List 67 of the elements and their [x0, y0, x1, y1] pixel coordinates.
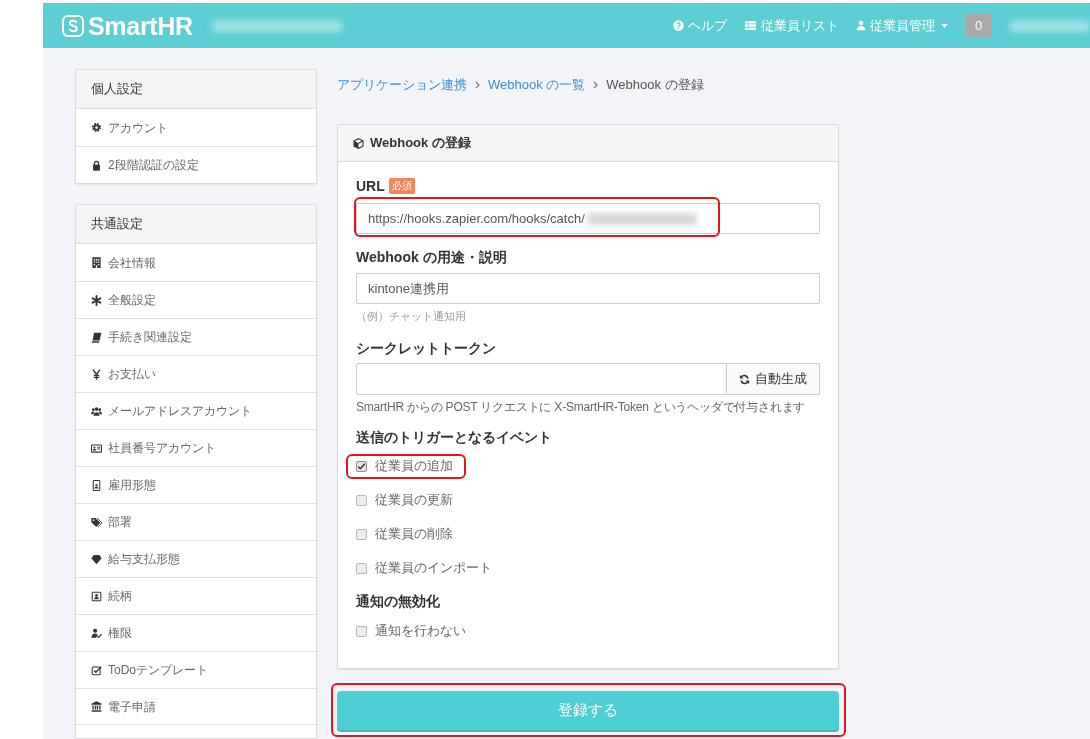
refresh-icon — [739, 373, 750, 385]
option-label[interactable]: 従業員の更新 — [375, 490, 453, 510]
sidebar-item[interactable]: ToDoテンプレート — [76, 651, 316, 688]
field-label: 送信のトリガーとなるイベント — [356, 428, 553, 446]
section-title: 共通設定 — [91, 215, 143, 234]
checkbox[interactable] — [356, 625, 367, 637]
id-badge-icon — [91, 479, 102, 491]
option-label[interactable]: 従業員のインポート — [375, 558, 492, 578]
building-icon — [91, 257, 102, 268]
option-label[interactable]: 通知を行わない — [375, 621, 466, 641]
help-text: SmartHR からの POST リクエストに X-SmartHR-Token というヘッダで付与されます — [356, 400, 807, 415]
description-input[interactable]: kintone連携用 — [356, 273, 820, 304]
field-label: 通知の無効化 — [356, 592, 441, 610]
chevron-icon — [593, 81, 599, 89]
contact-card-icon — [91, 590, 102, 602]
bank-icon — [91, 701, 102, 712]
sidebar-item[interactable]: 部署 — [76, 503, 316, 540]
sidebar-item[interactable]: 全般設定 — [76, 281, 316, 318]
lock-icon — [91, 159, 102, 171]
sidebar-item[interactable]: メールアドレスアカウント — [76, 392, 316, 429]
checkbox[interactable] — [356, 494, 367, 506]
sidebar-item[interactable]: 給与支払形態 — [76, 540, 316, 577]
required-badge: 必須 — [388, 178, 415, 194]
sidebar-item[interactable]: お支払い — [76, 355, 316, 392]
url-input[interactable]: https://hooks.zapier.com/hooks/catch/ — [356, 203, 820, 234]
checkbox[interactable] — [356, 460, 367, 472]
sidebar-item[interactable]: 権限 — [76, 614, 316, 651]
sidebar-item[interactable]: 2段階認証の設定 — [76, 146, 316, 183]
section-title: 個人設定 — [91, 80, 143, 99]
sidebar-item[interactable]: 続柄 — [76, 577, 316, 614]
sidebar-item[interactable]: 社員番号アカウント — [76, 429, 316, 466]
option-label[interactable]: 従業員の追加 — [375, 456, 453, 476]
check-square-icon — [91, 664, 102, 676]
user-check-icon — [91, 627, 102, 639]
logo-icon — [62, 14, 84, 37]
field-label: シークレットトークン — [356, 339, 497, 357]
checkmark-icon — [357, 461, 366, 471]
help-icon — [673, 20, 684, 31]
book-icon — [91, 331, 102, 343]
list-icon — [744, 20, 757, 31]
sidebar-item[interactable]: 電子申請 — [76, 688, 316, 725]
panel-title: Webhook の登録 — [370, 134, 471, 153]
sidebar-item[interactable]: 手続き関連設定 — [76, 318, 316, 355]
sidebar-item[interactable]: 雇用形態 — [76, 466, 316, 503]
users-icon — [91, 405, 102, 417]
checkbox[interactable] — [356, 528, 367, 540]
token-input[interactable] — [356, 363, 727, 395]
breadcrumb-link[interactable]: アプリケーション連携 — [337, 76, 467, 94]
yen-icon — [91, 368, 102, 380]
generate-button[interactable]: 自動生成 — [727, 363, 820, 395]
option-label[interactable]: 従業員の削除 — [375, 524, 453, 544]
id-card-icon — [91, 442, 102, 454]
breadcrumb-current: Webhook の登録 — [606, 76, 704, 94]
checkbox[interactable] — [356, 562, 367, 574]
gem-icon — [91, 553, 102, 565]
cube-icon — [353, 137, 364, 149]
user-icon — [856, 20, 866, 31]
chevron-icon — [475, 81, 480, 89]
field-label: Webhook の用途・説明 — [356, 248, 508, 266]
breadcrumb-link[interactable]: Webhook の一覧 — [488, 76, 586, 94]
tags-icon — [91, 516, 102, 528]
gear-icon — [91, 122, 102, 133]
field-label: URL — [356, 176, 385, 196]
asterisk-icon — [91, 294, 102, 306]
help-text: （例）チャット通知用 — [356, 309, 467, 323]
sidebar-item[interactable]: アカウント — [76, 109, 316, 146]
sidebar-item[interactable]: 会社情報 — [76, 244, 316, 281]
